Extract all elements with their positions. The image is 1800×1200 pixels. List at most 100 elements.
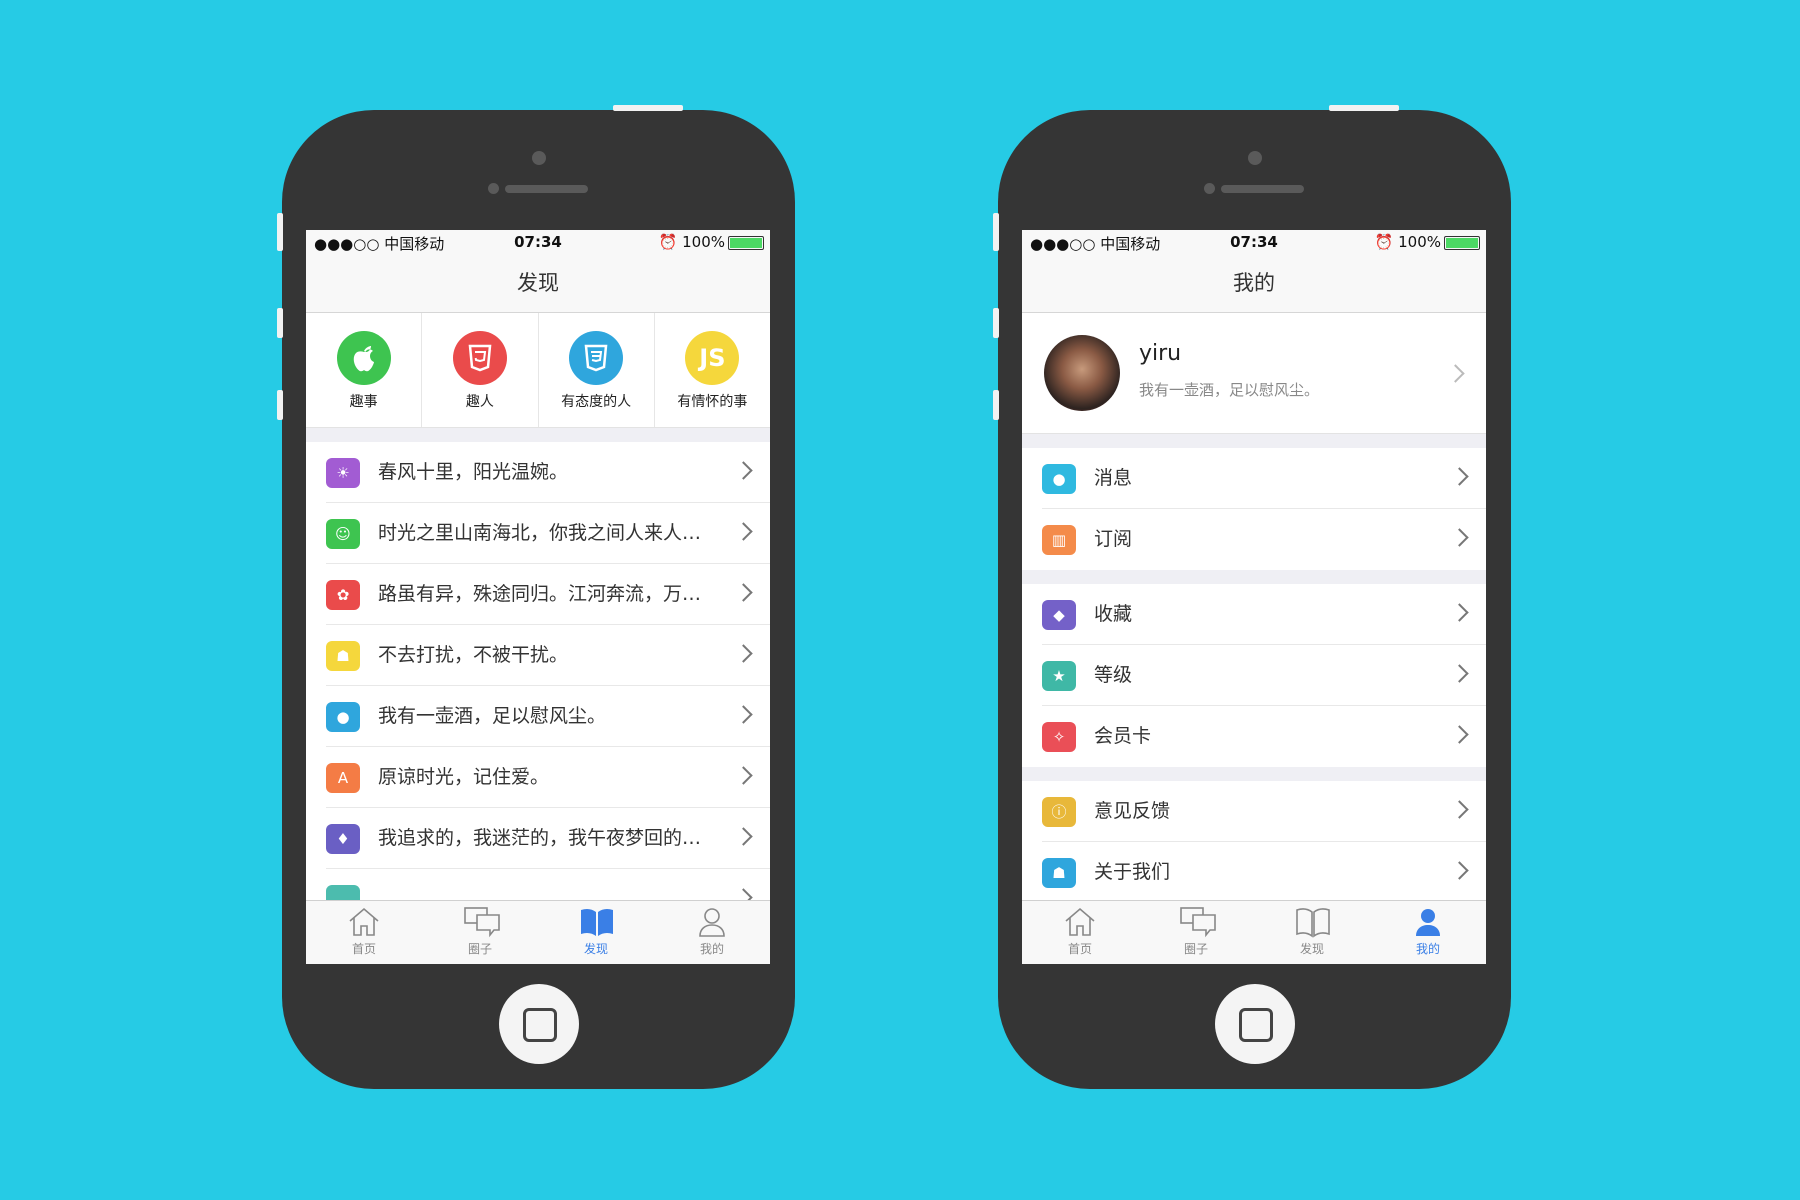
grid-item-fun[interactable]: 趣事 xyxy=(306,313,423,427)
tab-discover[interactable]: 发现 xyxy=(538,901,654,964)
flame-icon: ♦ xyxy=(326,824,360,854)
tab-home[interactable]: 首页 xyxy=(306,901,422,964)
settings-group-3: ⓘ 意见反馈 ☗ 关于我们 xyxy=(1022,781,1486,903)
home-button[interactable] xyxy=(1214,984,1295,1064)
star-icon: ★ xyxy=(1042,661,1076,691)
list-item-text: 时光之里山南海北，你我之间人来人往。 xyxy=(378,522,710,544)
tab-bar: 首页 圈子 发现 我的 xyxy=(1022,900,1486,964)
tab-label: 我的 xyxy=(699,942,724,956)
tag-icon: ◆ xyxy=(1042,600,1076,630)
list-item[interactable]: A 原谅时光，记住爱。 xyxy=(306,747,770,808)
tab-label: 发现 xyxy=(1299,942,1324,956)
screen: ●●●○○ 中国移动 07:34 ⏰ 100% 我的 yiru 我有一壶酒，足以… xyxy=(1022,230,1486,964)
chevron-right-icon xyxy=(1450,861,1469,880)
menu-item-level[interactable]: ★ 等级 xyxy=(1022,645,1486,706)
alarm-icon: ⏰ xyxy=(658,233,683,251)
chevron-right-icon xyxy=(734,827,753,846)
chevron-right-icon xyxy=(734,705,753,724)
tab-circle[interactable]: 圈子 xyxy=(422,901,538,964)
tab-mine[interactable]: 我的 xyxy=(654,901,770,964)
menu-item-label: 消息 xyxy=(1094,467,1133,489)
list-item[interactable]: ☀ 春风十里，阳光温婉。 xyxy=(306,442,770,503)
info-icon: ⓘ xyxy=(1042,797,1076,827)
user-icon xyxy=(1411,906,1445,938)
menu-item-about[interactable]: ☗ 关于我们 xyxy=(1022,842,1486,903)
chevron-right-icon xyxy=(734,583,753,602)
tab-discover[interactable]: 发现 xyxy=(1254,901,1370,964)
chevron-right-icon xyxy=(1450,528,1469,547)
list-item[interactable]: ● 我有一壶酒，足以慰风尘。 xyxy=(306,686,770,747)
home-button[interactable] xyxy=(498,984,579,1064)
grid-label: 有态度的人 xyxy=(561,394,632,410)
volume-up-button xyxy=(277,308,283,338)
menu-item-label: 收藏 xyxy=(1094,603,1133,625)
status-right: ⏰ 100% xyxy=(659,233,764,251)
grid-item-feelings[interactable]: JS 有情怀的事 xyxy=(655,313,770,427)
menu-item-messages[interactable]: ● 消息 xyxy=(1022,448,1486,509)
earpiece-speaker xyxy=(1221,185,1304,193)
menu-item-feedback[interactable]: ⓘ 意见反馈 xyxy=(1022,781,1486,842)
chevron-right-icon xyxy=(734,766,753,785)
smile-icon: ☺ xyxy=(326,519,360,549)
book-icon: ▥ xyxy=(1042,525,1076,555)
list-item-text: 原谅时光，记住爱。 xyxy=(378,766,550,788)
chevron-right-icon xyxy=(1450,725,1469,744)
page-title: 发现 xyxy=(306,256,770,313)
chevron-right-icon xyxy=(1450,664,1469,683)
grid-label: 趣人 xyxy=(465,394,494,410)
js-icon: JS xyxy=(685,331,740,385)
wand-icon: ✧ xyxy=(1042,722,1076,752)
menu-item-favorites[interactable]: ◆ 收藏 xyxy=(1022,584,1486,645)
ghost-icon: ☗ xyxy=(326,641,360,671)
sensor xyxy=(1204,183,1215,194)
angular-icon: A xyxy=(326,763,360,793)
tab-label: 圈子 xyxy=(467,942,492,956)
menu-item-label: 意见反馈 xyxy=(1094,800,1171,822)
tab-label: 首页 xyxy=(351,942,376,956)
phone-discover: ●●●○○ 中国移动 07:34 ⏰ 100% 发现 趣事 趣人 有态度的人 J… xyxy=(277,105,795,1089)
menu-item-label: 订阅 xyxy=(1094,528,1133,550)
github-icon: ● xyxy=(326,702,360,732)
grid-label: 有情怀的事 xyxy=(677,394,748,410)
mute-switch xyxy=(993,213,999,251)
chat-icon xyxy=(1179,906,1216,938)
list-item[interactable]: ☗ 不去打扰，不被干扰。 xyxy=(306,625,770,686)
menu-item-subscriptions[interactable]: ▥ 订阅 xyxy=(1022,509,1486,570)
settings-group-1: ● 消息 ▥ 订阅 xyxy=(1022,448,1486,570)
volume-down-button xyxy=(277,390,283,420)
book-open-icon xyxy=(1295,906,1330,938)
phone-mine: ●●●○○ 中国移动 07:34 ⏰ 100% 我的 yiru 我有一壶酒，足以… xyxy=(993,105,1511,1089)
grid-item-people[interactable]: 趣人 xyxy=(422,313,539,427)
home-square-icon xyxy=(522,1008,557,1042)
tab-home[interactable]: 首页 xyxy=(1022,901,1138,964)
sensor xyxy=(488,183,499,194)
tab-label: 圈子 xyxy=(1183,942,1208,956)
list-item[interactable]: ✿ 路虽有异，殊途同归。江河奔流，万象归宗。 xyxy=(306,564,770,625)
battery-label: 100% xyxy=(682,233,725,251)
sun-icon: ☀ xyxy=(326,458,360,488)
battery-icon xyxy=(728,235,764,250)
grid-item-attitude[interactable]: 有态度的人 xyxy=(539,313,655,427)
chevron-right-icon xyxy=(1450,800,1469,819)
chevron-right-icon xyxy=(734,461,753,480)
tab-mine[interactable]: 我的 xyxy=(1370,901,1486,964)
list-item[interactable]: ♦ 我追求的，我迷茫的，我午夜梦回的…… xyxy=(306,808,770,869)
mute-switch xyxy=(277,213,283,251)
chevron-right-icon xyxy=(1450,467,1469,486)
list-item-text: 我有一壶酒，足以慰风尘。 xyxy=(378,705,607,727)
menu-item-membership-card[interactable]: ✧ 会员卡 xyxy=(1022,706,1486,767)
profile-card[interactable]: yiru 我有一壶酒，足以慰风尘。 xyxy=(1022,313,1486,434)
status-bar: ●●●○○ 中国移动 07:34 ⏰ 100% xyxy=(1022,230,1486,256)
earpiece-speaker xyxy=(505,185,588,193)
category-grid: 趣事 趣人 有态度的人 JS 有情怀的事 xyxy=(306,313,770,428)
user-icon xyxy=(695,906,729,938)
front-camera xyxy=(531,151,546,165)
tab-circle[interactable]: 圈子 xyxy=(1138,901,1254,964)
power-button xyxy=(613,105,683,111)
menu-item-label: 会员卡 xyxy=(1094,725,1152,747)
chevron-right-icon xyxy=(1450,603,1469,622)
apple-icon xyxy=(336,331,391,385)
menu-item-label: 关于我们 xyxy=(1094,861,1171,883)
chat-icon xyxy=(463,906,500,938)
list-item[interactable]: ☺ 时光之里山南海北，你我之间人来人往。 xyxy=(306,503,770,564)
